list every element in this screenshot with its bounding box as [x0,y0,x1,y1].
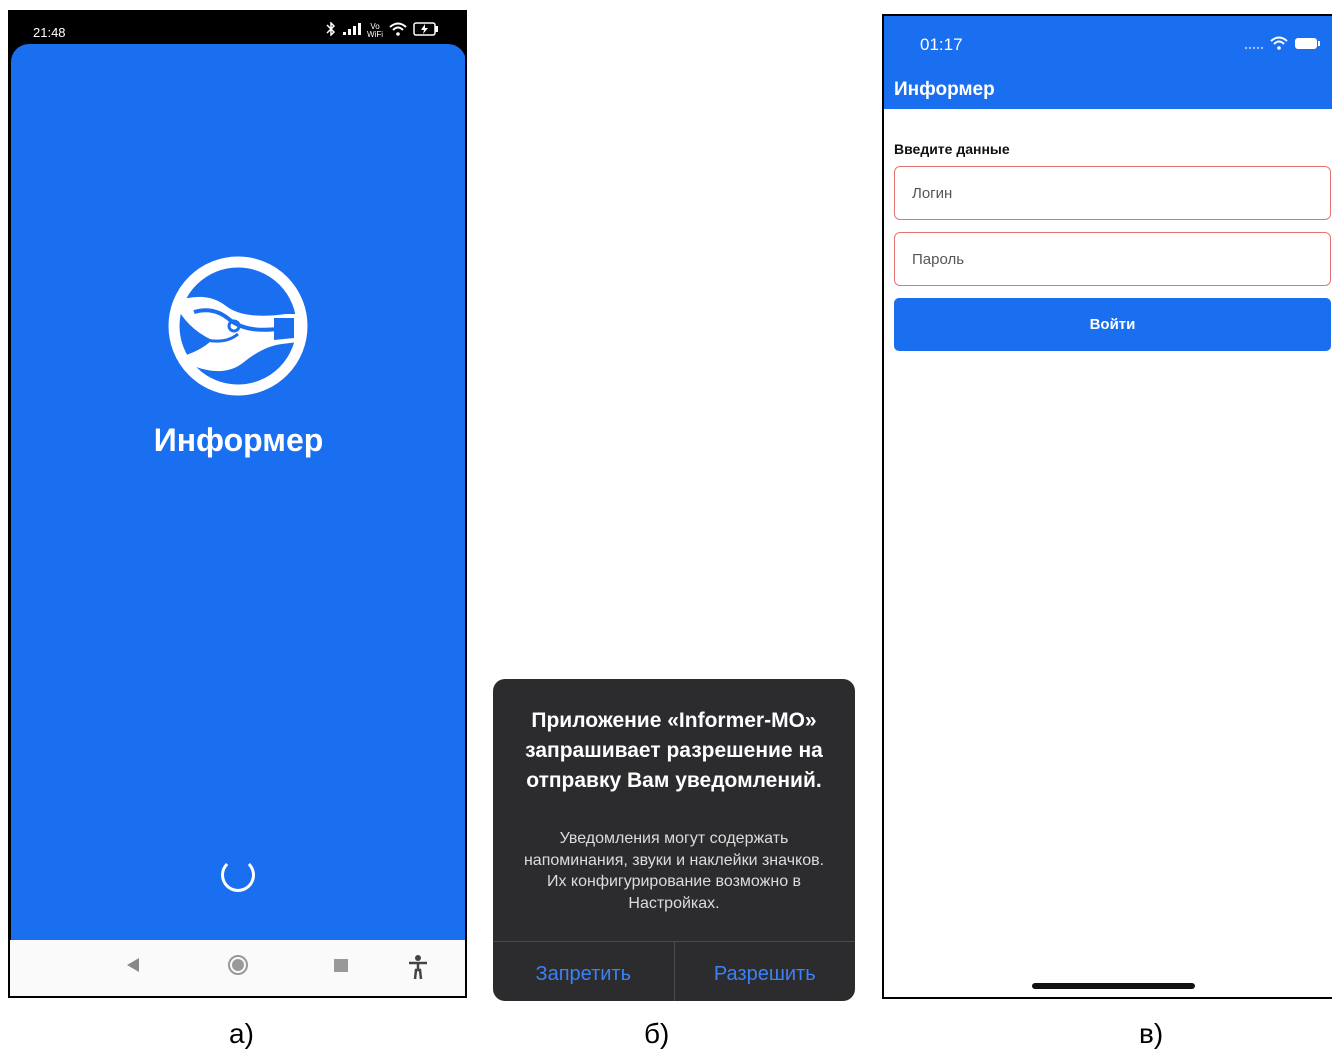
caption-c: в) [1139,1018,1164,1049]
password-input[interactable] [894,232,1331,286]
recents-icon[interactable] [333,954,349,980]
dialog-buttons: Запретить Разрешить [493,941,855,1001]
battery-charging-icon [413,22,439,39]
back-icon[interactable] [125,954,141,980]
caption-b: б) [644,1018,670,1049]
loading-spinner [221,858,255,892]
dialog-title: Приложение «Informer-MO» запрашивает раз… [525,709,823,792]
notification-permission-dialog: Приложение «Informer-MO» запрашивает раз… [493,679,855,1001]
status-time: 21:48 [33,25,66,40]
status-icons: Vo WiFi [325,21,439,39]
home-indicator [1032,983,1195,989]
header-title: Информер [894,79,995,100]
status-time: 01:17 [920,35,963,54]
home-icon[interactable] [227,954,249,982]
login-phone: 01:17 Информер Введите данные Войти [882,14,1332,999]
dialog-message: Уведомления могут содержать напоминания,… [523,830,825,912]
android-nav-bar [10,940,465,996]
informer-logo [168,256,308,396]
accessibility-icon[interactable] [407,954,429,986]
cell-signal-icon [1244,37,1264,55]
app-title: Информер [153,422,324,458]
status-bar: 21:48 Vo WiFi [10,12,465,46]
battery-icon [1294,36,1322,55]
allow-button[interactable]: Разрешить [675,942,856,1001]
status-icons [1244,36,1322,55]
cell-signal-icon [343,23,361,38]
bluetooth-icon [325,21,337,39]
vowifi-icon: Vo WiFi [367,21,383,39]
deny-button[interactable]: Запретить [493,942,674,1001]
login-button[interactable]: Войти [894,298,1331,351]
form-label: Введите данные [894,141,1010,157]
wifi-icon [389,22,407,39]
splash-phone: 21:48 Vo WiFi Информер [8,10,467,998]
splash-screen: Информер [11,44,465,942]
caption-a: а) [229,1018,254,1049]
login-input[interactable] [894,166,1331,220]
app-header: 01:17 Информер [884,16,1332,109]
wifi-icon [1270,36,1288,55]
